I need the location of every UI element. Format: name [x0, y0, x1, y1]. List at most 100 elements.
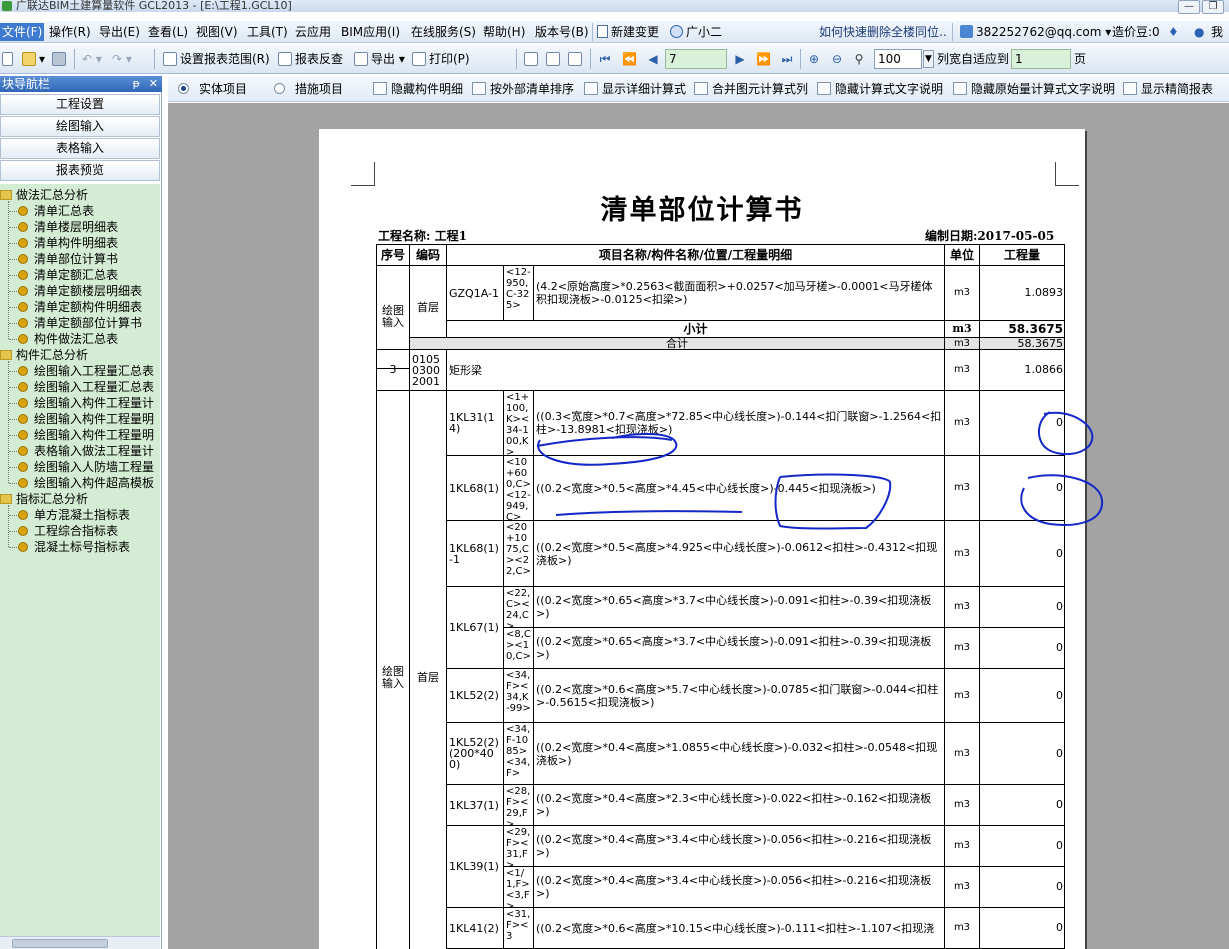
tree-group[interactable]: 构件汇总分析 [0, 347, 88, 363]
zoom-in-icon[interactable]: ⊕ [807, 52, 821, 66]
formula-cell: ((0.2<宽度>*0.4<高度>*3.4<中心线长度>)-0.056<扣柱>-… [533, 866, 945, 908]
external-sort-button[interactable]: 按外部清单排序 [472, 81, 574, 97]
restore-button[interactable]: ❐ [1202, 0, 1224, 14]
fast-back-icon[interactable]: ⏪ [622, 52, 637, 66]
tree-item[interactable]: 绘图输入构件超高模板 [18, 475, 160, 491]
qty-cell: 0 [979, 866, 1065, 908]
prev-page-icon[interactable]: ◀ [646, 52, 660, 66]
minimize-button[interactable]: — [1178, 0, 1200, 14]
open-file-icon[interactable]: ▾ [22, 51, 45, 68]
sort-icon [472, 82, 486, 95]
fast-forward-icon[interactable]: ⏩ [756, 52, 771, 66]
tree-item[interactable]: 绘图输入构件工程量明 [18, 427, 160, 443]
radio-entity-items[interactable]: 实体项目 [178, 81, 247, 97]
menu-file[interactable]: 文件(F) [0, 23, 45, 41]
tree-item[interactable]: 混凝土标号指标表 [18, 539, 160, 555]
page-number-input[interactable]: 7 [665, 49, 727, 69]
next-page-icon[interactable]: ▶ [733, 52, 747, 66]
account-menu[interactable]: 382252762@qq.com ▾ [960, 24, 1111, 40]
menu-view-l[interactable]: 查看(L) [148, 24, 188, 40]
tree-item[interactable]: 清单汇总表 [18, 203, 160, 219]
menu-new-change[interactable]: 新建变更 [597, 24, 659, 40]
pin-icon[interactable]: ᵽ [133, 76, 140, 92]
nav-project-settings[interactable]: 工程设置 [0, 94, 160, 115]
multi-page-icon[interactable] [568, 51, 585, 68]
tree-group[interactable]: 做法汇总分析 [0, 187, 88, 203]
tree-item[interactable]: 绘图输入人防墙工程量 [18, 459, 160, 475]
report-viewer[interactable]: 清单部位计算书 工程名称: 工程1 编制日期:2017-05-05 序号 编码 项目… [168, 103, 1229, 949]
redo-icon[interactable]: ↷ ▾ [112, 51, 132, 68]
menu-guangxiaoer[interactable]: 广小二 [670, 24, 722, 40]
close-icon[interactable]: ✕ [149, 76, 158, 92]
menu-view-v[interactable]: 视图(V) [196, 24, 238, 40]
single-page-icon[interactable] [524, 51, 541, 68]
simple-report-button[interactable]: 显示精简报表 [1123, 81, 1213, 97]
tree-item[interactable]: 绘图输入构件工程量计 [18, 395, 160, 411]
show-formula-button[interactable]: 显示详细计算式 [584, 81, 686, 97]
menu-operate[interactable]: 操作(R) [49, 24, 91, 40]
zoom-out-icon[interactable]: ⊖ [830, 52, 844, 66]
tree-item[interactable]: 绘图输入构件工程量明 [18, 411, 160, 427]
unit-cell: m3 [944, 784, 980, 826]
tree-item[interactable]: 清单定额部位计算书 [18, 315, 160, 331]
tree-item[interactable]: 清单定额构件明细表 [18, 299, 160, 315]
hide-raw-text-button[interactable]: 隐藏原始量计算式文字说明 [953, 81, 1115, 97]
nav-drawing-input[interactable]: 绘图输入 [0, 116, 160, 137]
magnifier-icon[interactable]: ⚲ [852, 52, 866, 66]
tree-item[interactable]: 绘图输入工程量汇总表 [18, 363, 160, 379]
notice-link[interactable]: 如何快速删除全楼同位.. [819, 24, 947, 40]
tree-item[interactable]: 工程综合指标表 [18, 523, 160, 539]
last-page-icon[interactable]: ⏭ [780, 52, 794, 66]
tree-item[interactable]: 清单部位计算书 [18, 251, 160, 267]
tree-item[interactable]: 构件做法汇总表 [18, 331, 160, 347]
report-check-button[interactable]: 报表反查 [278, 51, 343, 68]
save-icon[interactable] [52, 51, 69, 68]
scrollbar-thumb[interactable] [12, 939, 108, 948]
tree-item[interactable]: 表格输入做法工程量计 [18, 443, 160, 459]
tree-group[interactable]: 指标汇总分析 [0, 491, 88, 507]
component-cell: GZQ1A-1 [446, 265, 504, 321]
tree-item[interactable]: 绘图输入工程量汇总表 [18, 379, 160, 395]
user-label[interactable]: 我 [1211, 24, 1223, 40]
sidebar-scrollbar[interactable] [0, 936, 160, 949]
tree-item-label: 清单构件明细表 [34, 236, 119, 250]
unit-cell: m3 [944, 455, 980, 521]
unit-cell: m3 [944, 627, 980, 669]
export-button[interactable]: 导出 ▾ [354, 51, 405, 68]
export-label: 导出 ▾ [371, 52, 405, 66]
menu-tools[interactable]: 工具(T) [247, 24, 288, 40]
tree-connector [9, 323, 17, 324]
menu-cloud[interactable]: 云应用 [295, 24, 331, 40]
fit-pages-input[interactable]: 1 [1011, 49, 1071, 69]
menu-help[interactable]: 帮助(H) [483, 24, 525, 40]
menu-export[interactable]: 导出(E) [99, 24, 140, 40]
tree-item[interactable]: 清单定额楼层明细表 [18, 283, 160, 299]
external-sort-label: 按外部清单排序 [490, 82, 575, 96]
location-cell: <34,F><34,K-99> [503, 668, 534, 723]
first-page-icon[interactable]: ⏮ [598, 52, 612, 66]
nav-table-input[interactable]: 表格输入 [0, 138, 160, 159]
nav-report-preview[interactable]: 报表预览 [0, 160, 160, 181]
menu-bim[interactable]: BIM应用(I) [341, 24, 400, 40]
tree-item[interactable]: 单方混凝土指标表 [18, 507, 160, 523]
menu-version[interactable]: 版本号(B) [535, 24, 589, 40]
qty-cell: 0 [979, 627, 1065, 669]
tree-item[interactable]: 清单构件明细表 [18, 235, 160, 251]
set-range-button[interactable]: 设置报表范围(R) [163, 51, 270, 68]
tree-item[interactable]: 清单定额汇总表 [18, 267, 160, 283]
zoom-input[interactable]: 100 [874, 49, 922, 69]
double-page-icon[interactable] [546, 51, 563, 68]
radio-measure-items[interactable]: 措施项目 [274, 81, 343, 97]
hide-detail-button[interactable]: 隐藏构件明细 [373, 81, 463, 97]
zoom-dropdown-icon[interactable]: ▼ [923, 50, 934, 68]
hide-formula-text-button[interactable]: 隐藏计算式文字说明 [817, 81, 943, 97]
report-title: 清单部位计算书 [600, 195, 804, 226]
menu-online[interactable]: 在线服务(S) [411, 24, 476, 40]
merge-formula-button[interactable]: 合并图元计算式列 [694, 81, 808, 97]
bell-icon[interactable]: ♦ [1168, 24, 1179, 40]
tree-item[interactable]: 清单楼层明细表 [18, 219, 160, 235]
print-button[interactable]: 打印(P) [412, 51, 470, 68]
undo-icon[interactable]: ↶ ▾ [82, 51, 102, 68]
person-icon[interactable]: ● [1194, 24, 1204, 40]
new-file-icon[interactable] [2, 51, 16, 68]
